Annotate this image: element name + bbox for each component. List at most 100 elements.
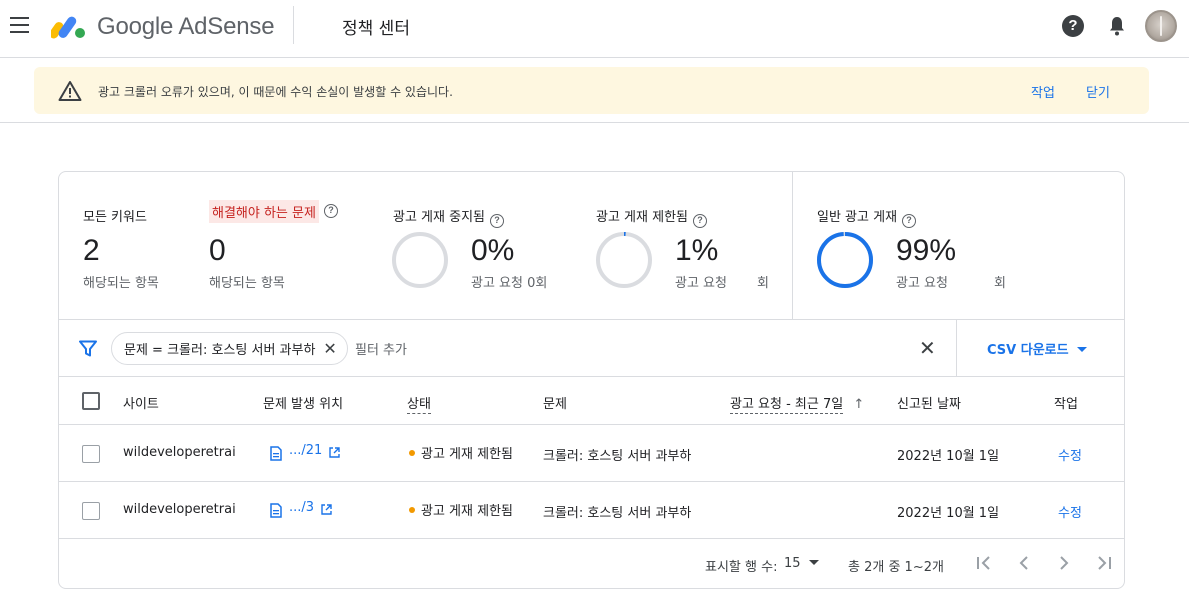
warning-banner: 광고 크롤러 오류가 있으며, 이 때문에 수익 손실이 발생할 수 있습니다.… [34, 67, 1149, 114]
last-page-icon[interactable] [1094, 553, 1114, 573]
stat-ads-limited-sub: 광고 요청 [675, 276, 727, 291]
column-header-reported[interactable]: 신고된 날짜 [897, 393, 961, 412]
column-header-requests-label: 광고 요청 - 최근 7일 [730, 397, 844, 414]
filter-chip[interactable]: 문제 = 크롤러: 호스팅 서버 과부하 ✕ [111, 332, 348, 365]
add-filter-input[interactable]: 필터 추가 [355, 339, 407, 358]
row-status-label: 광고 게재 제한됨 [421, 504, 513, 519]
row-issue: 크롤러: 호스팅 서버 과부하 [543, 506, 692, 521]
row-site: wildeveloperetrai [123, 502, 236, 517]
row-reported-date: 2022년 10월 1일 [897, 506, 1000, 521]
stats-summary: 모든 키워드 2 해당되는 항목 해결해야 하는 문제 ? 0 해당되는 항목 … [59, 172, 1124, 320]
column-header-location[interactable]: 문제 발생 위치 [263, 393, 343, 412]
document-icon [270, 503, 282, 518]
document-icon [270, 446, 282, 461]
table-row: wildeveloperetrai .../3 광고 게재 제한됨 크롤러: 호… [59, 482, 1124, 539]
table-row: wildeveloperetrai .../21 광고 게재 제한됨 크롤러: … [59, 425, 1124, 482]
brand-divider [293, 6, 294, 44]
chevron-down-icon [808, 560, 819, 565]
stat-ads-limited-label-text: 광고 게재 제한됨 [596, 210, 688, 225]
row-fix-link[interactable]: 수정 [1058, 502, 1082, 521]
stat-all-keywords-value: 2 [83, 234, 100, 267]
column-header-site[interactable]: 사이트 [123, 393, 159, 412]
row-issue: 크롤러: 호스팅 서버 과부하 [543, 449, 692, 464]
brand-name: Google AdSense [97, 13, 275, 40]
stat-ads-limited-sub-suffix: 회 [757, 276, 769, 291]
stat-ads-limited-ring [596, 232, 652, 288]
stat-issues-to-fix-label-text: 해결해야 하는 문제 [212, 206, 316, 221]
chevron-down-icon [1076, 347, 1087, 352]
adsense-logo [51, 16, 85, 39]
rows-per-page-value: 15 [784, 556, 801, 571]
policy-issues-card: 모든 키워드 2 해당되는 항목 해결해야 하는 문제 ? 0 해당되는 항목 … [58, 171, 1125, 589]
stat-normal-serving-sub-suffix: 회 [994, 276, 1006, 291]
filter-bar: 문제 = 크롤러: 호스팅 서버 과부하 ✕ 필터 추가 ✕ CSV 다운로드 [59, 320, 1124, 377]
status-dot-icon [409, 507, 415, 513]
row-location-link[interactable]: .../21 [289, 443, 322, 458]
select-all-checkbox[interactable] [82, 392, 100, 410]
stat-ads-stopped-ring [392, 232, 448, 288]
ring-track [392, 232, 448, 288]
stat-all-keywords-sub: 해당되는 항목 [83, 276, 159, 291]
table-footer: 표시할 행 수: 15 총 2개 중 1~2개 [59, 539, 1124, 588]
menu-icon[interactable] [10, 17, 30, 35]
help-icon[interactable]: ? [324, 204, 338, 218]
stat-ads-stopped-label-text: 광고 게재 중지됨 [393, 210, 485, 225]
help-icon[interactable]: ? [902, 214, 917, 228]
row-status: 광고 게재 제한됨 [409, 443, 513, 462]
stat-all-keywords-label: 모든 키워드 [83, 210, 147, 225]
banner-action-button[interactable]: 작업 [1031, 82, 1055, 101]
row-checkbox[interactable] [82, 502, 100, 520]
stat-issues-to-fix-label[interactable]: 해결해야 하는 문제 [209, 200, 319, 223]
column-header-issue[interactable]: 문제 [543, 393, 567, 412]
rows-per-page-select[interactable]: 15 [784, 556, 819, 571]
close-icon[interactable]: ✕ [323, 339, 336, 358]
filter-icon[interactable] [79, 340, 97, 357]
banner-message: 광고 크롤러 오류가 있으며, 이 때문에 수익 손실이 발생할 수 있습니다. [98, 85, 453, 99]
sort-ascending-icon: ↑ [853, 397, 865, 412]
stat-normal-serving-label-text: 일반 광고 게재 [817, 210, 898, 225]
ring-track [596, 232, 652, 288]
next-page-icon[interactable] [1054, 553, 1074, 573]
notifications-icon[interactable] [1107, 15, 1127, 37]
row-location-link[interactable]: .../3 [289, 500, 314, 515]
filter-chip-label: 문제 = 크롤러: 호스팅 서버 과부하 [124, 343, 316, 358]
help-icon[interactable]: ? [1062, 15, 1084, 37]
status-dot-icon [409, 450, 415, 456]
csv-download-label: CSV 다운로드 [987, 343, 1069, 358]
stat-issues-to-fix-sub: 해당되는 항목 [209, 276, 285, 291]
stat-ads-stopped-sub: 광고 요청 0회 [471, 276, 548, 291]
first-page-icon[interactable] [974, 553, 994, 573]
csv-download-button[interactable]: CSV 다운로드 [987, 339, 1087, 358]
clear-filters-icon[interactable]: ✕ [919, 336, 936, 360]
stat-ads-stopped-value: 0% [471, 234, 515, 267]
table-header: 사이트 문제 발생 위치 상태 문제 광고 요청 - 최근 7일 ↑ 신고된 날… [59, 377, 1124, 425]
row-checkbox[interactable] [82, 445, 100, 463]
help-icon[interactable]: ? [693, 214, 707, 228]
csv-divider [956, 320, 957, 377]
top-app-bar: Google AdSense 정책 센터 ? [0, 0, 1189, 58]
row-site: wildeveloperetrai [123, 445, 236, 460]
stat-normal-serving-ring [817, 232, 873, 288]
row-status-label: 광고 게재 제한됨 [421, 447, 513, 462]
column-header-status[interactable]: 상태 [407, 393, 431, 414]
previous-page-icon[interactable] [1014, 553, 1034, 573]
rows-per-page-label: 표시할 행 수: [705, 560, 778, 575]
row-fix-link[interactable]: 수정 [1058, 445, 1082, 464]
account-avatar[interactable] [1145, 10, 1177, 42]
row-status: 광고 게재 제한됨 [409, 500, 513, 519]
warning-icon [58, 81, 82, 101]
stat-normal-serving-label: 일반 광고 게재? [817, 206, 917, 228]
banner-region: 광고 크롤러 오류가 있으며, 이 때문에 수익 손실이 발생할 수 있습니다.… [0, 58, 1189, 123]
ring-fill [817, 232, 873, 288]
column-header-action: 작업 [1054, 397, 1078, 412]
pagination-range: 총 2개 중 1~2개 [848, 560, 944, 575]
stat-ads-stopped-label: 광고 게재 중지됨? [393, 206, 504, 228]
banner-dismiss-button[interactable]: 닫기 [1086, 82, 1110, 101]
page-title: 정책 센터 [342, 19, 410, 39]
stat-normal-serving-sub: 광고 요청 [896, 276, 948, 291]
open-in-new-icon[interactable] [329, 447, 340, 458]
help-icon[interactable]: ? [490, 214, 504, 228]
open-in-new-icon[interactable] [321, 504, 332, 515]
column-header-requests[interactable]: 광고 요청 - 최근 7일 ↑ [730, 393, 865, 414]
row-reported-date: 2022년 10월 1일 [897, 449, 1000, 464]
